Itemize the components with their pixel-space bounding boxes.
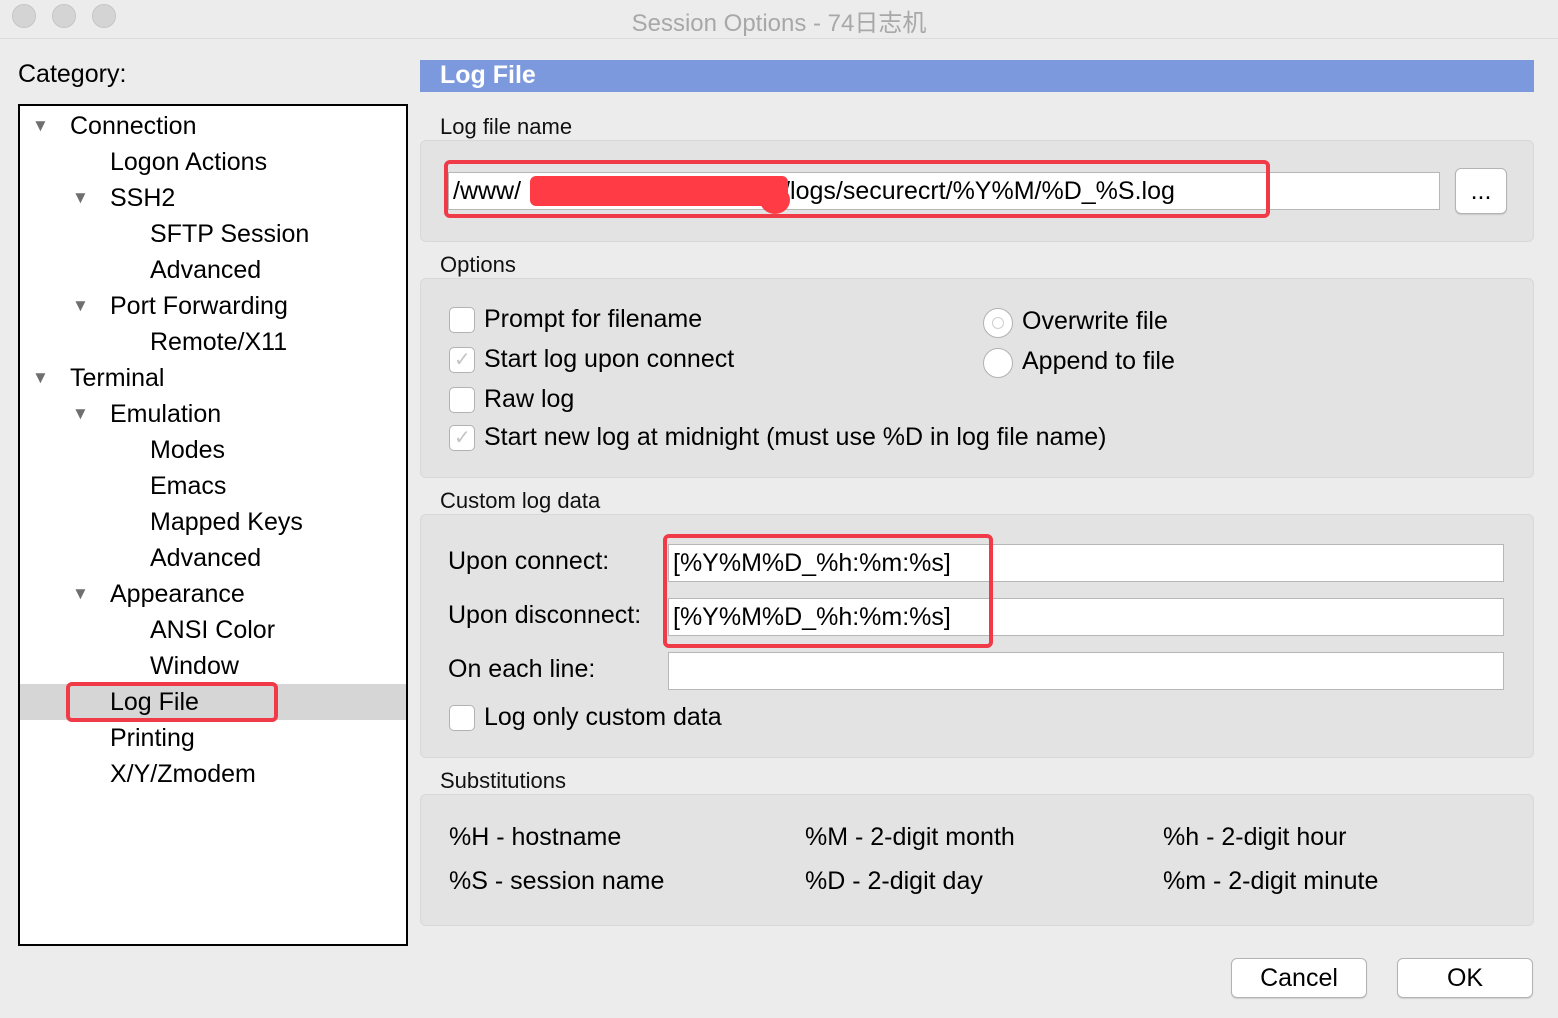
title-bar: Session Options - 74日志机	[0, 0, 1558, 39]
raw-log-label: Raw log	[484, 385, 575, 413]
tree-item-ansi-color[interactable]: ANSI Color	[20, 612, 406, 648]
tree-item-xyzmodem[interactable]: X/Y/Zmodem	[20, 756, 406, 792]
substitutions-group	[420, 794, 1534, 926]
tree-item-modes[interactable]: Modes	[20, 432, 406, 468]
tree-item-emulation-advanced[interactable]: Advanced	[20, 540, 406, 576]
on-each-line-input[interactable]	[668, 652, 1504, 690]
options-label: Options	[440, 252, 516, 277]
tree-item-printing[interactable]: Printing	[20, 720, 406, 756]
start-new-log-at-midnight-checkbox[interactable]	[449, 425, 475, 451]
cancel-button[interactable]: Cancel	[1231, 958, 1367, 998]
tree-item-port-forwarding[interactable]: ▼ Port Forwarding	[20, 288, 406, 324]
upon-disconnect-label: Upon disconnect:	[448, 601, 642, 629]
tree-item-connection[interactable]: ▼ Connection	[20, 108, 406, 144]
category-label: Category:	[18, 60, 127, 88]
start-new-log-at-midnight-label: Start new log at midnight (must use %D i…	[484, 423, 1107, 451]
annotation-highlight-custom-data	[663, 534, 993, 648]
tree-item-emulation[interactable]: ▼ Emulation	[20, 396, 406, 432]
tree-item-terminal[interactable]: ▼ Terminal	[20, 360, 406, 396]
tree-item-appearance[interactable]: ▼ Appearance	[20, 576, 406, 612]
disclosure-triangle-icon[interactable]: ▼	[72, 396, 89, 432]
on-each-line-label: On each line:	[448, 655, 596, 683]
substitution-item: %H - hostname	[449, 823, 622, 851]
ok-button[interactable]: OK	[1397, 958, 1533, 998]
substitution-item: %m - 2-digit minute	[1163, 867, 1379, 895]
tree-item-sftp-session[interactable]: SFTP Session	[20, 216, 406, 252]
disclosure-triangle-icon[interactable]: ▼	[72, 288, 89, 324]
append-to-file-radio[interactable]	[983, 348, 1013, 378]
substitution-item: %S - session name	[449, 867, 665, 895]
log-file-name-label: Log file name	[440, 114, 573, 139]
disclosure-triangle-icon[interactable]: ▼	[32, 360, 49, 396]
tree-item-ssh2[interactable]: ▼ SSH2	[20, 180, 406, 216]
tree-item-emacs[interactable]: Emacs	[20, 468, 406, 504]
category-tree[interactable]: ▼ Connection Logon Actions ▼ SSH2 SFTP Ses…	[18, 104, 408, 946]
disclosure-triangle-icon[interactable]: ▼	[72, 180, 89, 216]
start-log-upon-connect-checkbox[interactable]	[449, 347, 475, 373]
annotation-highlight-log-file	[66, 682, 278, 722]
append-to-file-label: Append to file	[1022, 347, 1175, 375]
upon-connect-label: Upon connect:	[448, 547, 610, 575]
tree-item-ssh2-advanced[interactable]: Advanced	[20, 252, 406, 288]
substitutions-label: Substitutions	[440, 768, 566, 793]
custom-log-data-label: Custom log data	[440, 488, 601, 513]
overwrite-file-label: Overwrite file	[1022, 307, 1168, 335]
substitution-item: %D - 2-digit day	[805, 867, 983, 895]
tree-item-window[interactable]: Window	[20, 648, 406, 684]
tree-item-remote-x11[interactable]: Remote/X11	[20, 324, 406, 360]
substitution-item: %M - 2-digit month	[805, 823, 1015, 851]
annotation-highlight-log-path	[444, 160, 1270, 218]
disclosure-triangle-icon[interactable]: ▼	[72, 576, 89, 612]
log-only-custom-data-checkbox[interactable]	[449, 705, 475, 731]
prompt-for-filename-label: Prompt for filename	[484, 305, 703, 333]
start-log-upon-connect-label: Start log upon connect	[484, 345, 735, 373]
window-title: Session Options - 74日志机	[631, 10, 927, 37]
section-title: Log File	[440, 61, 536, 89]
browse-button[interactable]: ...	[1455, 168, 1507, 214]
log-only-custom-data-label: Log only custom data	[484, 703, 722, 731]
substitution-item: %h - 2-digit hour	[1163, 823, 1347, 851]
disclosure-triangle-icon[interactable]: ▼	[32, 108, 49, 144]
overwrite-file-radio[interactable]	[983, 308, 1013, 338]
raw-log-checkbox[interactable]	[449, 387, 475, 413]
prompt-for-filename-checkbox[interactable]	[449, 307, 475, 333]
tree-item-mapped-keys[interactable]: Mapped Keys	[20, 504, 406, 540]
tree-item-logon-actions[interactable]: Logon Actions	[20, 144, 406, 180]
section-header: Log File	[420, 60, 1534, 92]
